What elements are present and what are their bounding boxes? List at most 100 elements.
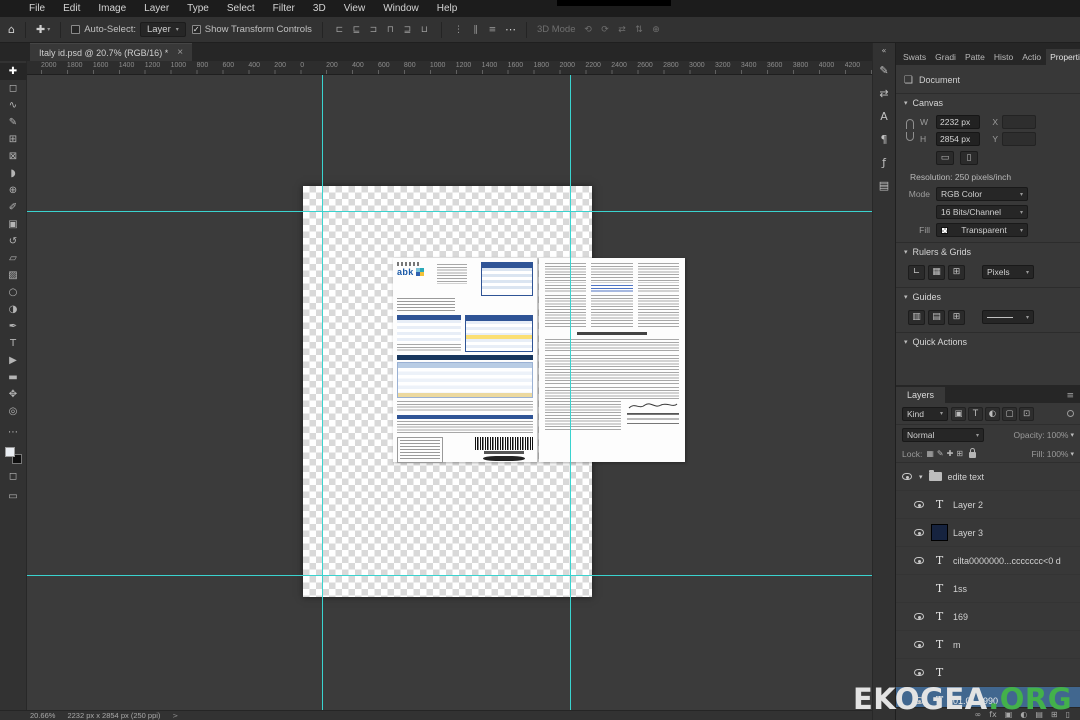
3d-zoom-icon[interactable]: ⊕	[650, 25, 663, 35]
3d-roll-icon[interactable]: ⟳	[599, 25, 612, 35]
glyphs-panel-icon[interactable]: ƒ	[874, 152, 894, 172]
canvas-fill-dropdown[interactable]: Transparent ▾	[936, 223, 1028, 237]
paragraph-panel-icon[interactable]: ¶	[874, 129, 894, 149]
menu-item[interactable]: Edit	[54, 0, 89, 17]
layer-name[interactable]: cilta0000000...ccccccc<0 d	[953, 556, 1061, 566]
align-bottom-icon[interactable]: ⊔	[418, 25, 431, 35]
edit-toolbar-icon[interactable]: ⋯	[0, 424, 27, 440]
visibility-eye-icon[interactable]	[902, 473, 912, 480]
show-transform-checkbox[interactable]: ✓	[191, 25, 201, 34]
libraries-panel-icon[interactable]: ▤	[874, 175, 894, 195]
fill-value[interactable]: 100%	[1047, 449, 1069, 459]
layer-row[interactable]: ▾ Layer 3	[896, 519, 1080, 547]
bit-depth-dropdown[interactable]: 16 Bits/Channel ▾	[936, 205, 1028, 219]
edit-panel-icon[interactable]: ✎	[874, 60, 894, 80]
layer-name[interactable]: Layer 3	[953, 528, 983, 538]
distribute-horizontal-icon[interactable]: ∥	[469, 25, 482, 35]
panel-tab[interactable]: Gradi	[931, 49, 960, 65]
units-dropdown[interactable]: Pixels ▾	[982, 265, 1034, 279]
width-field[interactable]: 2232 px	[936, 114, 980, 129]
panel-tab[interactable]: Swats	[899, 49, 930, 65]
rectangle-tool[interactable]: ▬	[0, 369, 27, 386]
3d-pan-icon[interactable]: ⇄	[616, 25, 629, 35]
layer-row[interactable]: ▾ m	[896, 631, 1080, 659]
snap-toggle-icon[interactable]: ⊞	[948, 264, 965, 280]
visibility-eye-icon[interactable]	[914, 529, 924, 536]
gradient-tool[interactable]: ▨	[0, 267, 27, 284]
layer-name[interactable]: Layer 2	[953, 500, 983, 510]
blend-mode-dropdown[interactable]: Normal ▾	[902, 428, 984, 442]
canvas-section-header[interactable]: ▾ Canvas	[896, 93, 1080, 111]
distribute-vertical-icon[interactable]: ⋮	[452, 25, 465, 35]
horizontal-ruler[interactable]: 2000 1800 1600 1400 1200 1000 800 600 400 200 0 200…	[27, 61, 872, 75]
horizontal-guide[interactable]	[27, 575, 872, 576]
menu-item[interactable]: File	[20, 0, 54, 17]
guide-layout-icon[interactable]: ⊞	[948, 309, 965, 325]
character-panel-icon[interactable]: A	[874, 106, 894, 126]
brush-tool[interactable]: ✐	[0, 199, 27, 216]
menu-item[interactable]: Help	[428, 0, 467, 17]
filter-adjustment-layers-icon[interactable]: ◐	[985, 406, 1000, 421]
layer-thumbnail[interactable]	[931, 636, 948, 653]
history-brush-tool[interactable]: ↺	[0, 233, 27, 250]
visibility-eye-icon[interactable]	[914, 557, 924, 564]
horizontal-guide[interactable]	[27, 211, 872, 212]
filter-type-layers-icon[interactable]: T	[968, 406, 983, 421]
path-selection-tool[interactable]: ▶	[0, 352, 27, 369]
guide-horizontal-icon[interactable]: ▤	[928, 309, 945, 325]
more-options-icon[interactable]: ⋯	[505, 23, 516, 36]
visibility-eye-icon[interactable]	[914, 669, 924, 676]
filter-smart-objects-icon[interactable]: ⊡	[1019, 406, 1034, 421]
expand-panels-icon[interactable]: «	[882, 46, 887, 55]
layer-row[interactable]: ▾ Layer 2	[896, 491, 1080, 519]
blur-tool[interactable]: ○	[0, 284, 27, 301]
guides-section-header[interactable]: ▾ Guides	[896, 287, 1080, 305]
menu-item[interactable]: Filter	[264, 0, 304, 17]
quick-selection-tool[interactable]: ✎	[0, 114, 27, 131]
move-tool[interactable]: ✚	[0, 63, 27, 80]
zoom-tool[interactable]: ◎	[0, 403, 27, 420]
filter-shape-layers-icon[interactable]: ▢	[1002, 406, 1017, 421]
align-top-icon[interactable]: ⊓	[384, 25, 397, 35]
lasso-tool[interactable]: ∿	[0, 97, 27, 114]
lock-transparency-icon[interactable]: ▦	[926, 449, 934, 458]
layer-row[interactable]: ▾ 1ss	[896, 575, 1080, 603]
distribute-even-icon[interactable]: ≡	[486, 25, 499, 35]
landscape-orientation-icon[interactable]: ▭	[936, 151, 954, 165]
arrange-panel-icon[interactable]: ⇄	[874, 83, 894, 103]
healing-brush-tool[interactable]: ⊕	[0, 182, 27, 199]
panel-menu-icon[interactable]: ≡	[1066, 391, 1074, 403]
layers-panel-tab[interactable]: Layers	[896, 387, 946, 403]
foreground-color-swatch[interactable]	[4, 447, 15, 457]
zoom-level[interactable]: 20.66%	[30, 711, 55, 720]
3d-slide-icon[interactable]: ⇅	[633, 25, 646, 35]
layer-row[interactable]: ▾ edite text	[896, 463, 1080, 491]
menu-item[interactable]: View	[335, 0, 375, 17]
filter-pixel-layers-icon[interactable]: ▣	[951, 406, 966, 421]
layer-thumbnail[interactable]	[931, 664, 948, 681]
grid-toggle-icon[interactable]: ▦	[928, 264, 945, 280]
panel-tab[interactable]: Histo	[990, 49, 1017, 65]
filter-toggle-icon[interactable]	[1067, 410, 1074, 417]
layer-name[interactable]: 169	[953, 612, 968, 622]
auto-select-target-dropdown[interactable]: Layer ▾	[139, 22, 186, 37]
guide-style-dropdown[interactable]: ▾	[982, 310, 1034, 324]
quick-actions-section-header[interactable]: ▾ Quick Actions	[896, 332, 1080, 350]
layer-row[interactable]: ▾ 169	[896, 603, 1080, 631]
menu-item[interactable]: Type	[178, 0, 218, 17]
status-options-icon[interactable]: >	[172, 712, 178, 720]
pen-tool[interactable]: ✒	[0, 318, 27, 335]
current-tool-icon[interactable]: ✚ ▾	[36, 23, 50, 36]
crop-tool[interactable]: ⊞	[0, 131, 27, 148]
home-icon[interactable]: ⌂	[8, 23, 15, 36]
screen-mode-icon[interactable]: ▭	[0, 488, 27, 504]
terms-text-page[interactable]	[539, 258, 685, 462]
auto-select-checkbox[interactable]	[71, 25, 81, 34]
vertical-guide[interactable]	[570, 75, 571, 710]
hand-tool[interactable]: ✥	[0, 386, 27, 403]
layer-name[interactable]: edite text	[948, 472, 985, 482]
layer-thumbnail[interactable]	[931, 608, 948, 625]
lock-position-icon[interactable]: ✚	[947, 449, 954, 458]
layer-thumbnail[interactable]	[931, 524, 948, 541]
menu-item[interactable]: Window	[374, 0, 428, 17]
